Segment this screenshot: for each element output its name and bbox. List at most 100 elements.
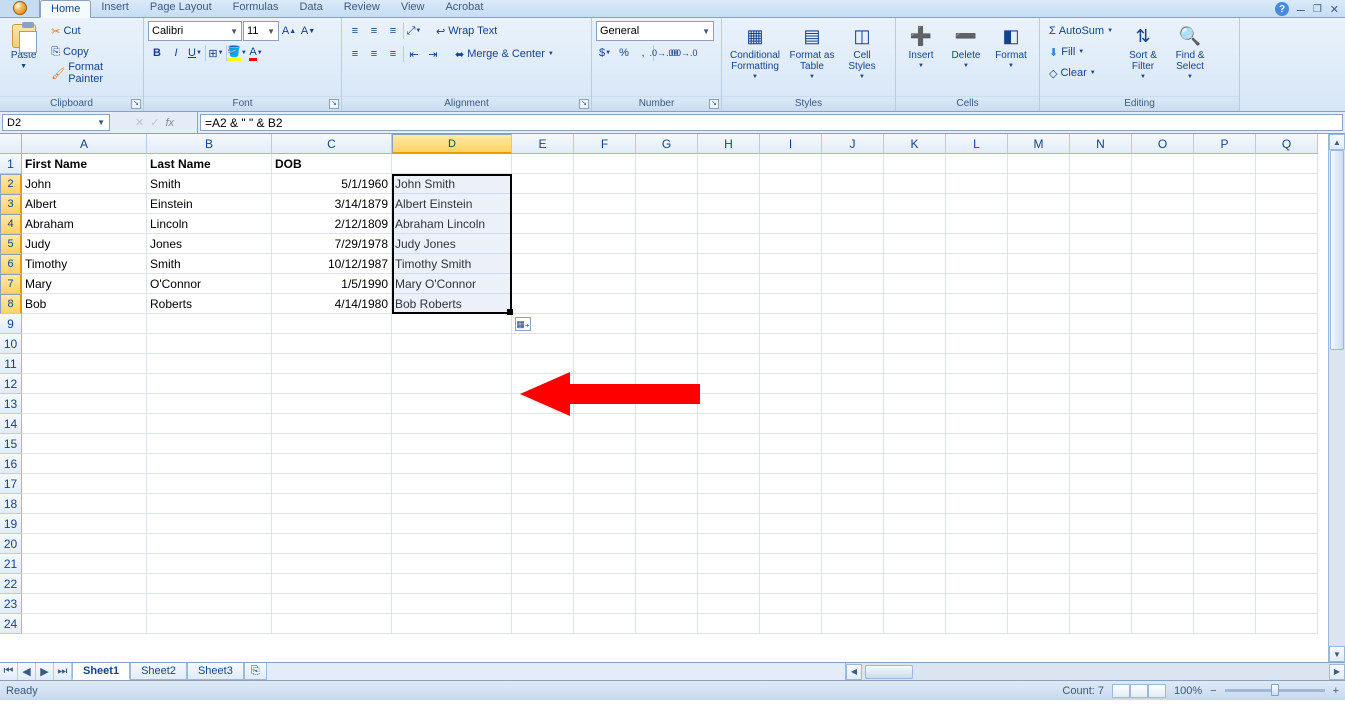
cell[interactable] (698, 174, 760, 194)
cell[interactable] (1132, 314, 1194, 334)
cell[interactable] (822, 274, 884, 294)
cell[interactable] (1132, 334, 1194, 354)
cell[interactable] (1008, 514, 1070, 534)
cell[interactable] (1008, 154, 1070, 174)
dialog-launcher-icon[interactable]: ↘ (709, 99, 719, 109)
cell[interactable] (636, 174, 698, 194)
cell[interactable] (22, 334, 147, 354)
cell[interactable] (272, 334, 392, 354)
cell[interactable] (1008, 574, 1070, 594)
cell[interactable] (1194, 454, 1256, 474)
cell[interactable] (574, 234, 636, 254)
cell[interactable] (1070, 234, 1132, 254)
row-header[interactable]: 20 (0, 534, 22, 554)
cell[interactable] (574, 574, 636, 594)
cell[interactable] (1194, 214, 1256, 234)
cell[interactable] (1132, 494, 1194, 514)
cell[interactable] (1256, 234, 1318, 254)
cell[interactable] (22, 594, 147, 614)
cell[interactable] (1132, 274, 1194, 294)
cell[interactable] (884, 594, 946, 614)
sort-filter-button[interactable]: ⇅Sort & Filter▼ (1121, 21, 1165, 87)
cell[interactable] (1194, 334, 1256, 354)
cell[interactable] (1070, 194, 1132, 214)
cell[interactable] (512, 294, 574, 314)
cell[interactable] (574, 434, 636, 454)
row-header[interactable]: 1 (0, 154, 22, 174)
cell[interactable] (946, 354, 1008, 374)
cell[interactable] (946, 174, 1008, 194)
cell[interactable] (1008, 494, 1070, 514)
cell[interactable] (822, 474, 884, 494)
cell[interactable] (1256, 334, 1318, 354)
cell[interactable] (946, 154, 1008, 174)
cell[interactable] (1194, 534, 1256, 554)
column-header[interactable]: F (574, 134, 636, 154)
cell[interactable] (512, 174, 574, 194)
cell[interactable] (1256, 534, 1318, 554)
column-header[interactable]: K (884, 134, 946, 154)
cell[interactable] (1008, 314, 1070, 334)
cell[interactable] (946, 454, 1008, 474)
cell[interactable] (760, 474, 822, 494)
cell[interactable] (574, 294, 636, 314)
cell[interactable] (272, 434, 392, 454)
cell[interactable] (636, 554, 698, 574)
cell[interactable] (760, 614, 822, 634)
row-header[interactable]: 12 (0, 374, 22, 394)
select-all-corner[interactable] (0, 134, 22, 154)
cell[interactable] (512, 394, 574, 414)
cell[interactable]: 1/5/1990 (272, 274, 392, 294)
cell[interactable] (698, 214, 760, 234)
cell[interactable] (1008, 374, 1070, 394)
cell[interactable] (1132, 574, 1194, 594)
cell[interactable] (392, 614, 512, 634)
cell[interactable] (392, 594, 512, 614)
cell[interactable] (147, 334, 272, 354)
cell[interactable] (698, 414, 760, 434)
cell[interactable] (698, 534, 760, 554)
cell[interactable]: O'Connor (147, 274, 272, 294)
cell[interactable] (1008, 534, 1070, 554)
cell[interactable] (698, 334, 760, 354)
cell[interactable] (512, 334, 574, 354)
cell[interactable] (884, 534, 946, 554)
cell[interactable] (1194, 234, 1256, 254)
zoom-out-button[interactable]: − (1210, 685, 1216, 697)
cell[interactable] (1256, 594, 1318, 614)
cell[interactable]: Einstein (147, 194, 272, 214)
cell[interactable] (946, 614, 1008, 634)
cell[interactable] (1256, 494, 1318, 514)
fill-button[interactable]: ⬇Fill▼ (1044, 42, 1118, 62)
first-sheet-button[interactable]: ⏮ (0, 663, 18, 680)
name-box[interactable]: D2▼ (2, 114, 110, 131)
cell[interactable] (392, 494, 512, 514)
cell[interactable] (574, 194, 636, 214)
row-header[interactable]: 23 (0, 594, 22, 614)
cell[interactable] (760, 174, 822, 194)
zoom-slider[interactable] (1225, 689, 1325, 692)
help-icon[interactable]: ? (1275, 2, 1289, 16)
cell[interactable] (272, 454, 392, 474)
cell[interactable] (1256, 314, 1318, 334)
last-sheet-button[interactable]: ⏭ (54, 663, 72, 680)
cell[interactable] (1194, 314, 1256, 334)
column-header[interactable]: A (22, 134, 147, 154)
border-button[interactable]: ⊞▼ (207, 44, 225, 62)
row-header[interactable]: 19 (0, 514, 22, 534)
cell[interactable] (760, 434, 822, 454)
column-header[interactable]: P (1194, 134, 1256, 154)
dialog-launcher-icon[interactable]: ↘ (579, 99, 589, 109)
cell[interactable] (512, 534, 574, 554)
cell[interactable] (512, 454, 574, 474)
insert-cells-button[interactable]: ➕Insert▼ (900, 21, 942, 87)
cell[interactable] (1256, 614, 1318, 634)
cell[interactable] (392, 514, 512, 534)
cell[interactable] (1194, 554, 1256, 574)
cell[interactable] (1256, 574, 1318, 594)
cell[interactable] (636, 294, 698, 314)
cell[interactable] (1132, 194, 1194, 214)
cell[interactable] (272, 354, 392, 374)
cell[interactable] (636, 614, 698, 634)
cell[interactable] (1256, 194, 1318, 214)
